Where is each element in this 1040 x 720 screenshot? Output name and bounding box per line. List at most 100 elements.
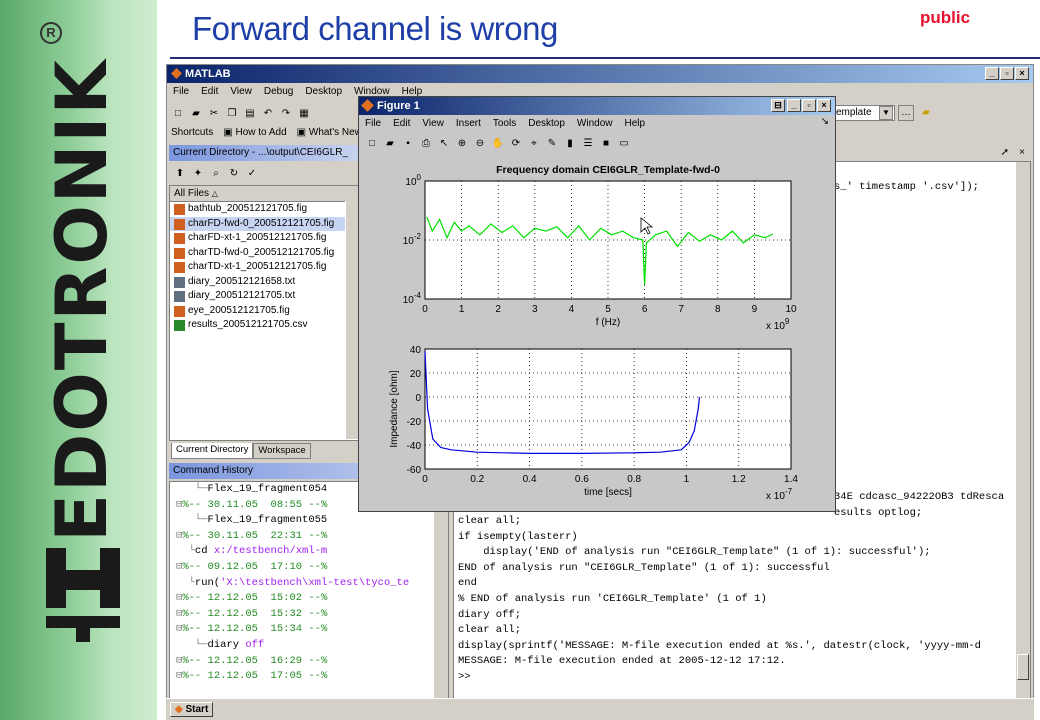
fig-open-icon[interactable]: ▰ xyxy=(382,136,398,152)
fig-menu-tools[interactable]: Tools xyxy=(493,115,516,133)
legend-icon[interactable]: ☰ xyxy=(580,136,596,152)
ml-menu-file[interactable]: File xyxy=(173,83,189,101)
history-entry[interactable]: ⊟%-- 12.12.05 15:32 --% xyxy=(176,607,448,623)
start-button[interactable]: ◆ Start xyxy=(170,702,214,717)
fig-menu-window[interactable]: Window xyxy=(577,115,613,133)
command-line: clear all; xyxy=(458,515,522,527)
close-pane-icon[interactable]: × xyxy=(1019,145,1025,161)
figure-close-button[interactable]: × xyxy=(817,99,831,112)
simulink-icon[interactable]: ▦ xyxy=(296,106,312,122)
fig-file-icon xyxy=(174,247,185,259)
history-entry[interactable]: ⊟%-- 12.12.05 17:05 --% xyxy=(176,669,448,685)
up-folder-icon[interactable]: ▰ xyxy=(918,105,934,121)
maximize-button[interactable]: ▫ xyxy=(1000,67,1014,80)
fig-menu-file[interactable]: File xyxy=(365,115,381,133)
find-files-icon[interactable]: ⌕ xyxy=(208,166,224,182)
zoom-out-icon[interactable]: ⊖ xyxy=(472,136,488,152)
fig-menu-help[interactable]: Help xyxy=(625,115,646,133)
shortcuts-label[interactable]: Shortcuts xyxy=(171,127,213,138)
redo-icon[interactable]: ↷ xyxy=(278,106,294,122)
file-browser-scrollbar[interactable] xyxy=(345,201,358,439)
command-output: clear all; if isempty(lasterr) display('E… xyxy=(458,514,1018,686)
new-folder-icon[interactable]: ✦ xyxy=(190,166,206,182)
file-item[interactable]: eye_200512121705.fig xyxy=(170,304,358,319)
file-item[interactable]: diary_200512121658.txt xyxy=(170,275,358,290)
history-entry[interactable]: └─Flex_19_fragment055 xyxy=(176,513,448,529)
browse-button[interactable]: … xyxy=(898,105,914,121)
x-tick-label: 5 xyxy=(605,304,611,315)
file-item[interactable]: diary_200512121705.txt xyxy=(170,289,358,304)
file-item[interactable]: charTD-fwd-0_200512121705.fig xyxy=(170,246,358,261)
pan-icon[interactable]: ✋ xyxy=(490,136,506,152)
fig-print-icon[interactable]: ⎙ xyxy=(418,136,434,152)
minimize-button[interactable]: _ xyxy=(985,67,999,80)
ml-menu-desktop[interactable]: Desktop xyxy=(305,83,342,101)
history-entry[interactable]: ⊟%-- 12.12.05 16:29 --% xyxy=(176,654,448,670)
history-scrollbar[interactable] xyxy=(433,482,448,698)
rotate-icon[interactable]: ⟳ xyxy=(508,136,524,152)
new-file-icon[interactable]: □ xyxy=(170,106,186,122)
pointer-icon[interactable]: ↖ xyxy=(436,136,452,152)
fig-menu-view[interactable]: View xyxy=(422,115,444,133)
y-tick-label: 100 xyxy=(405,173,421,188)
all-files-column-header[interactable]: All Files △ xyxy=(170,186,358,202)
figure-maximize-button[interactable]: ▫ xyxy=(802,99,816,112)
fig-menu-edit[interactable]: Edit xyxy=(393,115,410,133)
figure-minimize-button[interactable]: _ xyxy=(787,99,801,112)
file-item[interactable]: charFD-xt-1_200512121705.fig xyxy=(170,231,358,246)
figure-dock-arrow-icon[interactable]: ↘ xyxy=(821,116,829,127)
history-entry[interactable]: └run('X:\testbench\xml-test\tyco_te xyxy=(176,576,448,592)
cut-icon[interactable]: ✂ xyxy=(206,106,222,122)
brush-icon[interactable]: ✎ xyxy=(544,136,560,152)
command-scrollbar[interactable] xyxy=(1015,162,1030,698)
combo-dropdown-icon[interactable]: ▼ xyxy=(879,106,893,120)
ml-menu-view[interactable]: View xyxy=(230,83,252,101)
figure-canvas: 0 1 2 3 4 5 6 7 8 9 1010010-210-4Frequency domain … xyxy=(389,164,798,502)
fig-save-icon[interactable]: ▪ xyxy=(400,136,416,152)
history-entry[interactable]: ⊟%-- 12.12.05 15:02 --% xyxy=(176,591,448,607)
close-button[interactable]: × xyxy=(1015,67,1029,80)
start-bar: ◆ Start xyxy=(166,698,1034,720)
undock-icon[interactable]: ➚ xyxy=(1001,145,1009,161)
file-name: charTD-fwd-0_200512121705.fig xyxy=(188,246,335,258)
history-entry[interactable]: └cd x:/testbench/xml-m xyxy=(176,544,448,560)
reports-icon[interactable]: ✓ xyxy=(244,166,260,182)
x-tick-label: 6 xyxy=(642,304,648,315)
x-tick-label: 3 xyxy=(532,304,538,315)
brand-wordmark: EDOTRONIK xyxy=(41,58,123,542)
history-entry[interactable]: ⊟%-- 30.11.05 22:31 --% xyxy=(176,529,448,545)
command-scroll-thumb[interactable] xyxy=(1017,654,1029,680)
ml-menu-debug[interactable]: Debug xyxy=(264,83,293,101)
undo-icon[interactable]: ↶ xyxy=(260,106,276,122)
history-entry[interactable]: ⊟%-- 09.12.05 17:10 --% xyxy=(176,560,448,576)
history-text: cd x:/testbench/xml-m xyxy=(194,545,328,558)
history-entry[interactable]: ⊟%-- 12.12.05 15:34 --% xyxy=(176,622,448,638)
file-item[interactable]: charFD-fwd-0_200512121705.fig xyxy=(170,216,358,231)
hide-plot-tools-icon[interactable]: ■ xyxy=(598,136,614,152)
history-entry[interactable]: └─diary off xyxy=(176,638,448,654)
refresh-icon[interactable]: ↻ xyxy=(226,166,242,182)
fig-menu-desktop[interactable]: Desktop xyxy=(528,115,565,133)
whats-new-link[interactable]: ▣ What's New xyxy=(297,127,362,138)
open-folder-icon[interactable]: ▰ xyxy=(188,106,204,122)
copy-icon[interactable]: ❐ xyxy=(224,106,240,122)
zoom-in-icon[interactable]: ⊕ xyxy=(454,136,470,152)
file-item[interactable]: results_200512121705.csv xyxy=(170,318,358,333)
file-item[interactable]: charTD-xt-1_200512121705.fig xyxy=(170,260,358,275)
ml-menu-edit[interactable]: Edit xyxy=(201,83,218,101)
tab-current-directory[interactable]: Current Directory xyxy=(171,443,254,459)
command-line: display(sprintf('MESSAGE: M-file executi… xyxy=(458,639,981,652)
tab-workspace[interactable]: Workspace xyxy=(253,443,311,459)
file-name: charTD-xt-1_200512121705.fig xyxy=(188,261,327,272)
cmd-fragment-mid-1: 34E cdcasc_94222OB3 tdResca xyxy=(834,491,1005,503)
file-item[interactable]: bathtub_200512121705.fig xyxy=(170,202,358,217)
how-to-add-link[interactable]: ▣ How to Add xyxy=(223,127,286,138)
figure-dock-button[interactable]: ⊟ xyxy=(771,99,785,112)
datacursor-icon[interactable]: ⌖ xyxy=(526,136,542,152)
colorbar-icon[interactable]: ▮ xyxy=(562,136,578,152)
parent-folder-icon[interactable]: ⬆ xyxy=(172,166,188,182)
show-plot-tools-icon[interactable]: ▭ xyxy=(616,136,632,152)
paste-icon[interactable]: ▤ xyxy=(242,106,258,122)
fig-new-icon[interactable]: □ xyxy=(364,136,380,152)
fig-menu-insert[interactable]: Insert xyxy=(456,115,481,133)
